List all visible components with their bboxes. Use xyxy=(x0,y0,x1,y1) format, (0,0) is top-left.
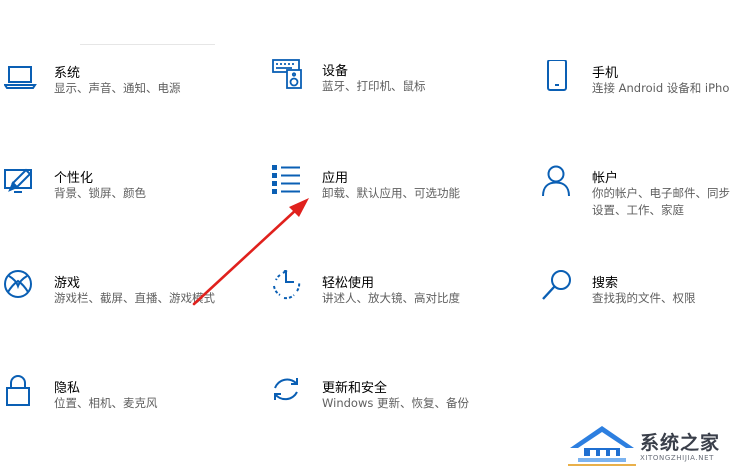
setting-tile-privacy[interactable]: 隐私 位置、相机、麦克风 xyxy=(4,375,234,465)
setting-title: 隐私 xyxy=(54,381,81,396)
setting-description: 背景、锁屏、颜色 xyxy=(54,186,146,200)
setting-description: 查找我的文件、权限 xyxy=(592,291,696,305)
setting-tile-update-security[interactable]: 更新和安全 Windows 更新、恢复、备份 xyxy=(272,375,502,465)
setting-title: 更新和安全 xyxy=(322,381,388,396)
watermark-subtext: XITONGZHIJIA.NET xyxy=(640,454,714,462)
sync-icon xyxy=(272,375,308,411)
setting-description: 你的帐户、电子邮件、同步设置、工作、家庭 xyxy=(592,186,730,217)
setting-tile-personalization[interactable]: 个性化 背景、锁屏、颜色 xyxy=(4,165,234,255)
watermark: 系统之家 XITONGZHIJIA.NET xyxy=(566,420,732,470)
house-logo-icon xyxy=(568,426,636,466)
setting-tile-search[interactable]: 搜索 查找我的文件、权限 xyxy=(542,270,735,360)
setting-title: 个性化 xyxy=(54,171,94,186)
search-box-underline xyxy=(80,44,215,45)
phone-icon xyxy=(542,60,578,96)
setting-description: 讲述人、放大镜、高对比度 xyxy=(322,291,460,305)
setting-description: 游戏栏、截屏、直播、游戏模式 xyxy=(54,291,215,305)
setting-tile-ease-of-access[interactable]: 轻松使用 讲述人、放大镜、高对比度 xyxy=(272,270,502,360)
search-icon xyxy=(542,270,578,306)
xbox-icon xyxy=(4,270,40,306)
setting-description: 连接 Android 设备和 iPho xyxy=(592,81,730,95)
setting-title: 手机 xyxy=(592,66,619,81)
setting-title: 系统 xyxy=(54,66,81,81)
person-icon xyxy=(542,165,578,201)
setting-description: 位置、相机、麦克风 xyxy=(54,396,158,410)
setting-description: Windows 更新、恢复、备份 xyxy=(322,396,469,410)
setting-tile-gaming[interactable]: 游戏 游戏栏、截屏、直播、游戏模式 xyxy=(4,270,234,360)
setting-title: 搜索 xyxy=(592,276,619,291)
apps-list-icon xyxy=(272,165,308,201)
setting-description: 蓝牙、打印机、鼠标 xyxy=(322,79,426,93)
setting-title: 轻松使用 xyxy=(322,276,375,291)
setting-title: 帐户 xyxy=(592,171,619,186)
setting-tile-phone[interactable]: 手机 连接 Android 设备和 iPho xyxy=(542,60,735,150)
setting-description: 显示、声音、通知、电源 xyxy=(54,81,181,95)
setting-tile-accounts[interactable]: 帐户 你的帐户、电子邮件、同步设置、工作、家庭 xyxy=(542,165,735,255)
ease-of-access-icon xyxy=(272,270,308,306)
keyboard-speaker-icon xyxy=(272,58,308,94)
setting-description: 卸载、默认应用、可选功能 xyxy=(322,186,460,200)
setting-title: 设备 xyxy=(322,64,349,79)
laptop-icon xyxy=(4,60,40,96)
lock-icon xyxy=(4,375,40,411)
watermark-text: 系统之家 xyxy=(640,432,721,454)
setting-tile-system[interactable]: 系统 显示、声音、通知、电源 xyxy=(4,60,234,150)
setting-tile-devices[interactable]: 设备 蓝牙、打印机、鼠标 xyxy=(272,58,502,148)
settings-page: 系统 显示、声音、通知、电源 设备 蓝牙、打印机、鼠标 手机 连接 Androi… xyxy=(0,0,735,475)
setting-title: 游戏 xyxy=(54,276,81,291)
setting-tile-apps[interactable]: 应用 卸载、默认应用、可选功能 xyxy=(272,165,502,255)
personalization-icon xyxy=(4,165,40,201)
setting-title: 应用 xyxy=(322,171,349,186)
